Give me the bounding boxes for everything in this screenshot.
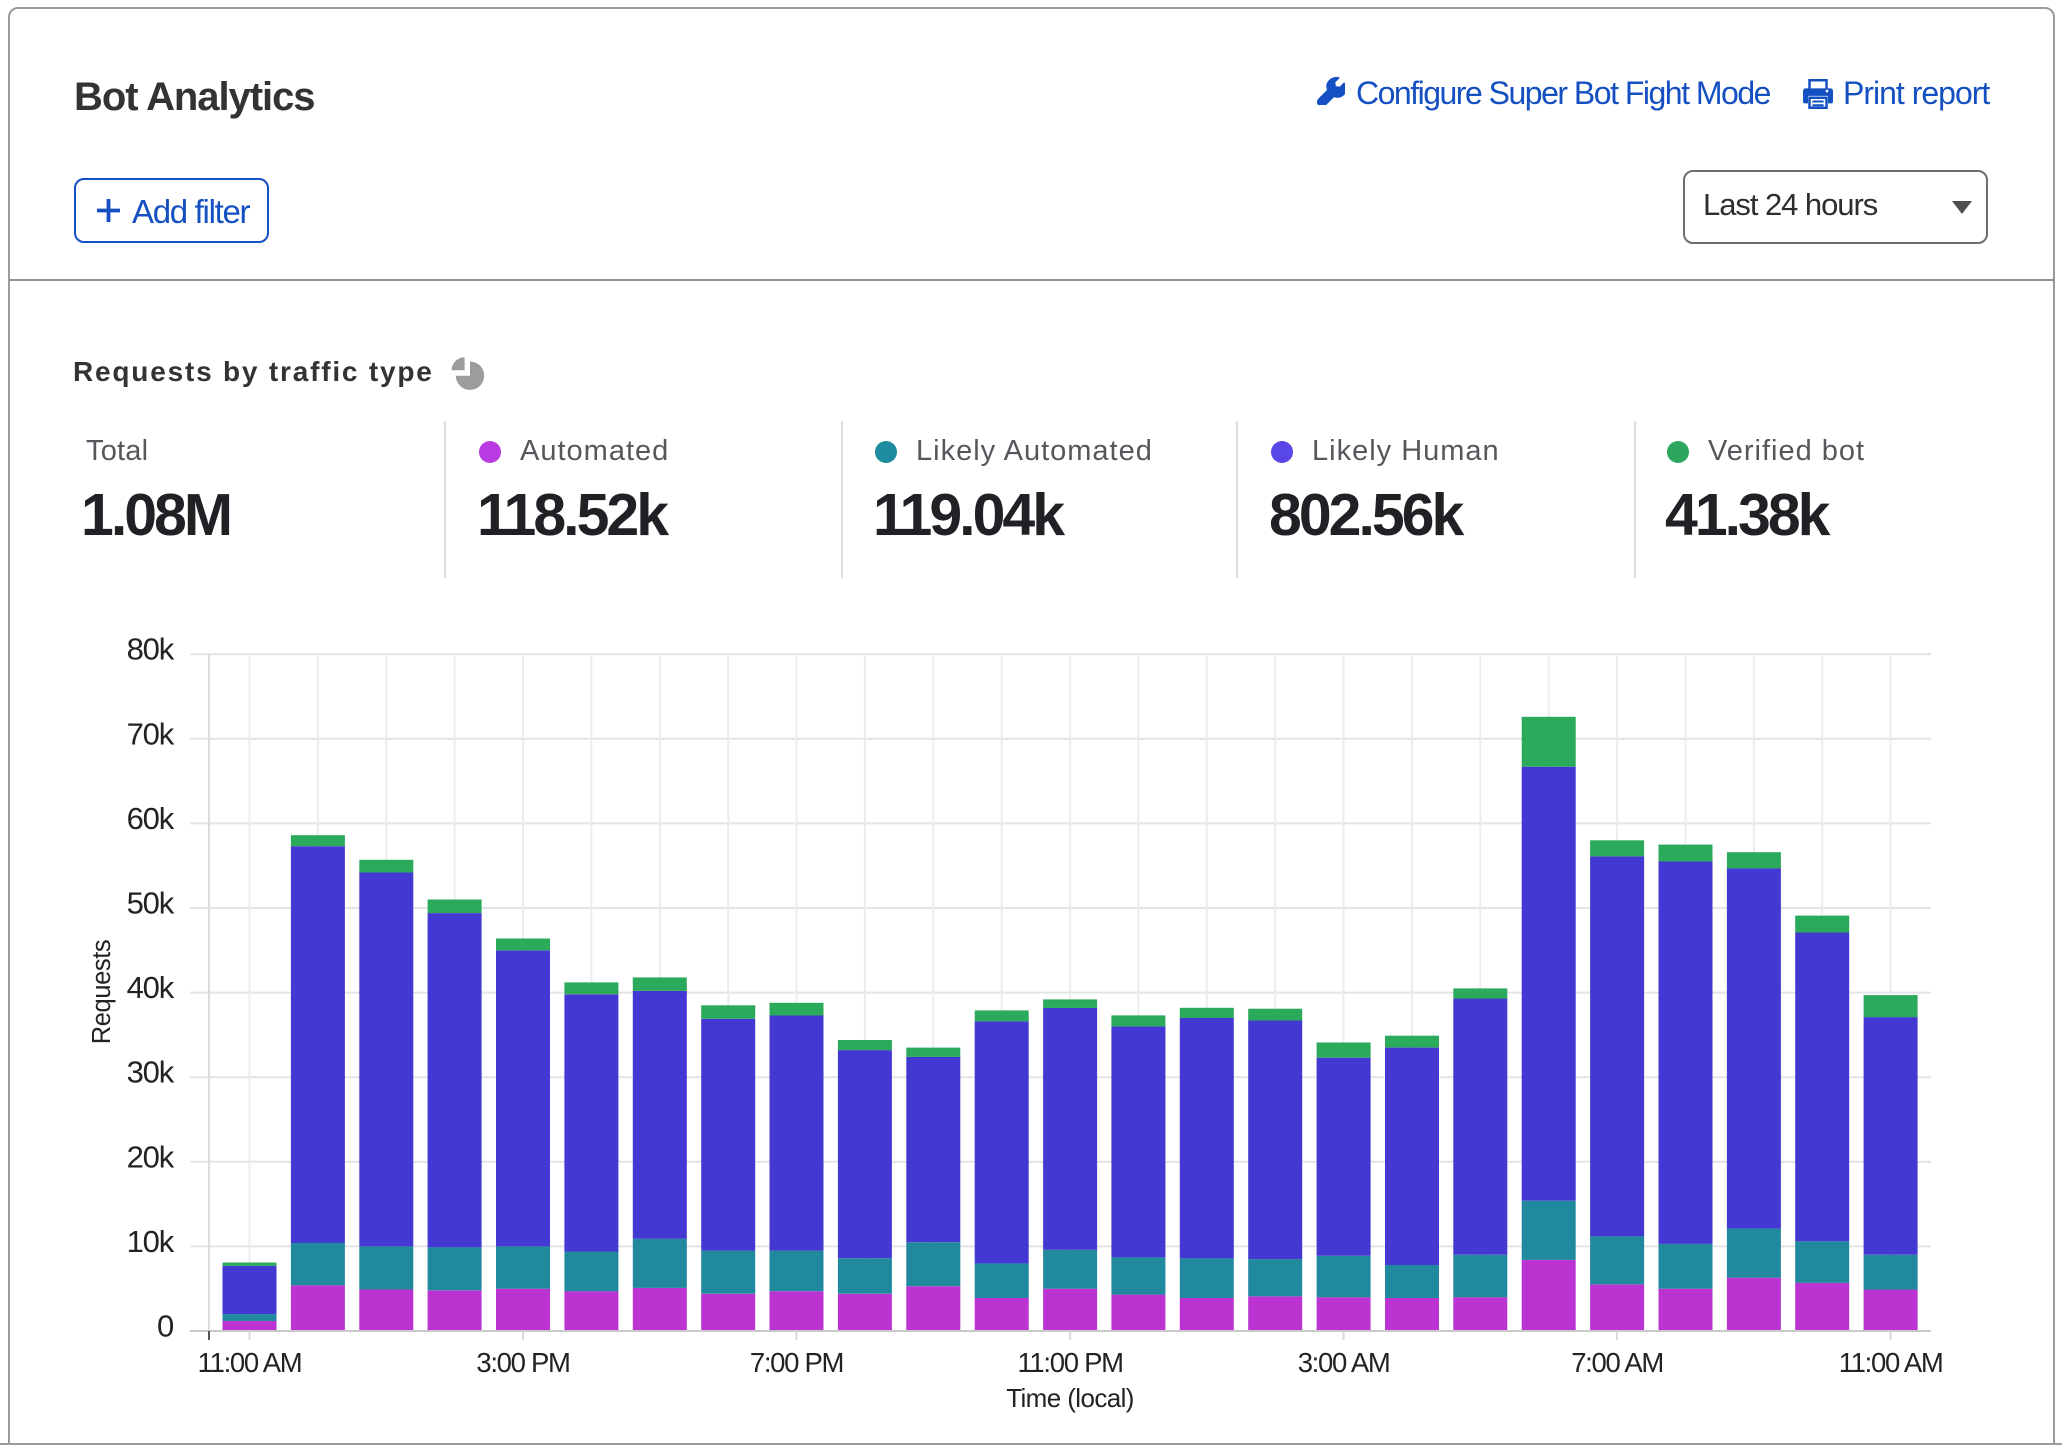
svg-text:0: 0 [157, 1309, 174, 1344]
svg-text:Time (local): Time (local) [1006, 1383, 1134, 1413]
svg-text:7:00 AM: 7:00 AM [1571, 1347, 1663, 1378]
svg-text:40k: 40k [127, 970, 175, 1005]
svg-text:11:00 AM: 11:00 AM [1839, 1347, 1943, 1378]
svg-text:20k: 20k [127, 1139, 175, 1174]
svg-text:80k: 80k [127, 632, 175, 667]
svg-text:Requests: Requests [88, 940, 116, 1045]
svg-text:10k: 10k [127, 1224, 175, 1259]
svg-text:11:00 PM: 11:00 PM [1017, 1347, 1122, 1378]
svg-text:30k: 30k [127, 1055, 175, 1090]
svg-text:50k: 50k [127, 886, 175, 921]
svg-text:3:00 AM: 3:00 AM [1298, 1347, 1390, 1378]
svg-text:7:00 PM: 7:00 PM [750, 1347, 843, 1378]
svg-text:3:00 PM: 3:00 PM [476, 1347, 569, 1378]
svg-text:60k: 60k [127, 801, 175, 836]
svg-text:11:00 AM: 11:00 AM [198, 1347, 302, 1378]
svg-text:70k: 70k [127, 716, 175, 751]
